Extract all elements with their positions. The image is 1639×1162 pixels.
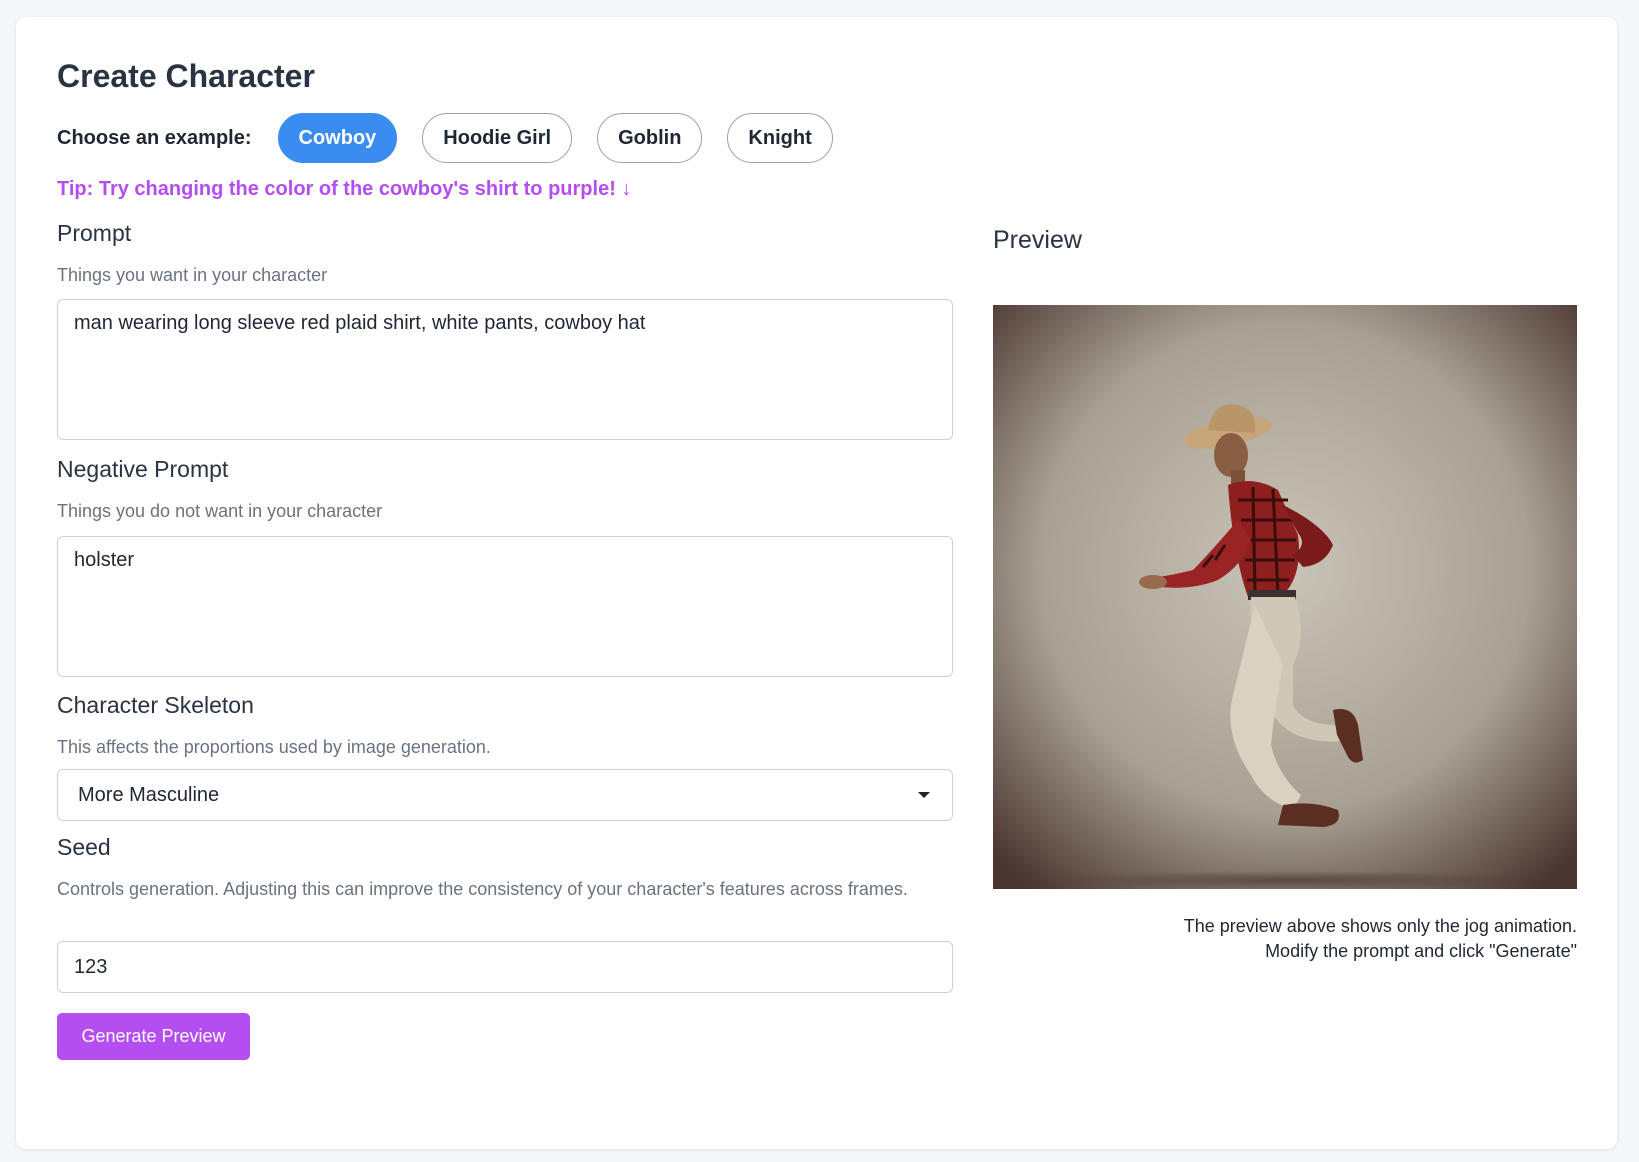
page-title: Create Character <box>57 58 315 94</box>
seed-input-value: 123 <box>74 955 108 978</box>
example-knight-button[interactable]: Knight <box>727 113 833 163</box>
skeleton-label: Character Skeleton <box>57 692 254 718</box>
prompt-textarea[interactable]: man wearing long sleeve red plaid shirt,… <box>57 299 953 440</box>
preview-title: Preview <box>993 226 1082 254</box>
tip-text: Tip: Try changing the color of the cowbo… <box>57 178 632 200</box>
skeleton-select[interactable]: More Masculine <box>57 769 953 821</box>
seed-input[interactable]: 123 <box>57 941 953 993</box>
example-goblin-button[interactable]: Goblin <box>597 113 703 163</box>
negative-prompt-textarea[interactable]: holster <box>57 536 953 677</box>
preview-caption-line1: The preview above shows only the jog ani… <box>1183 916 1577 936</box>
preview-caption: The preview above shows only the jog ani… <box>993 914 1577 964</box>
examples-label: Choose an example: <box>57 126 252 149</box>
prompt-help: Things you want in your character <box>57 265 328 285</box>
prompt-label: Prompt <box>57 220 132 246</box>
negative-prompt-help: Things you do not want in your character <box>57 501 383 521</box>
example-hoodie-girl-button[interactable]: Hoodie Girl <box>422 113 573 163</box>
generate-preview-button[interactable]: Generate Preview <box>57 1013 250 1060</box>
preview-image <box>993 305 1577 889</box>
negative-prompt-label: Negative Prompt <box>57 456 229 482</box>
preview-caption-line2: Modify the prompt and click "Generate" <box>1265 941 1577 961</box>
example-cowboy-button[interactable]: Cowboy <box>277 113 398 163</box>
skeleton-select-value: More Masculine <box>78 783 220 806</box>
examples-row: Choose an example: Cowboy Hoodie Girl Go… <box>57 112 858 164</box>
skeleton-help: This affects the proportions used by ima… <box>57 737 491 757</box>
seed-label: Seed <box>57 834 111 860</box>
chevron-down-icon <box>918 792 930 798</box>
seed-help: Controls generation. Adjusting this can … <box>57 879 908 899</box>
cowboy-jog-preview <box>993 305 1577 889</box>
